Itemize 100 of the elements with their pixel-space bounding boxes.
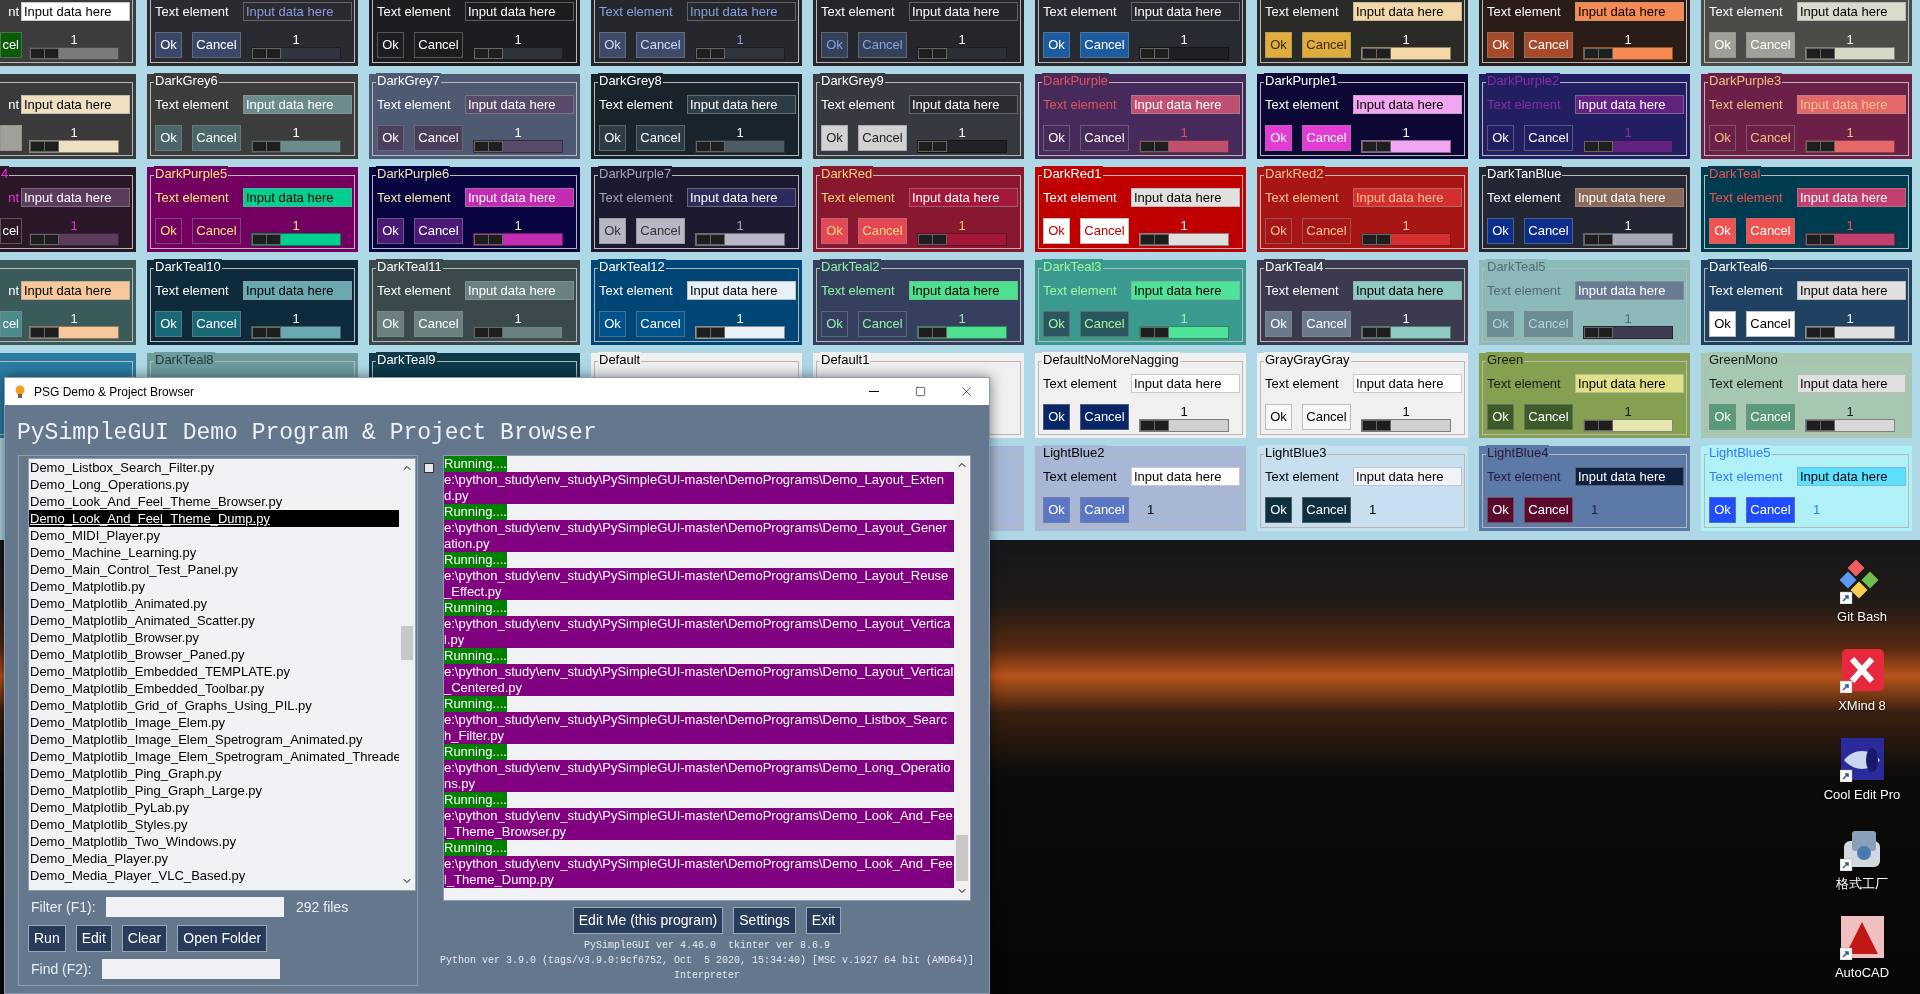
theme-button[interactable]: Cancel	[414, 311, 463, 337]
theme-button[interactable]: Ok	[1709, 311, 1736, 337]
slider-track[interactable]	[1583, 233, 1673, 246]
slider-track[interactable]	[251, 326, 341, 339]
input-field[interactable]: Input data here	[1575, 281, 1684, 300]
filter-field[interactable]	[106, 897, 284, 917]
theme-button[interactable]: Ok	[1265, 311, 1292, 337]
slider-thumb[interactable]	[474, 141, 503, 152]
theme-button[interactable]: Ok	[377, 311, 404, 337]
theme-button[interactable]: Cancel	[1524, 218, 1573, 244]
slider-thumb[interactable]	[1362, 141, 1391, 152]
input-field[interactable]: Input data here	[909, 188, 1018, 207]
theme-button[interactable]: Cancel	[1302, 125, 1351, 151]
slider-thumb[interactable]	[1362, 420, 1391, 431]
slider-track[interactable]	[1805, 47, 1895, 60]
input-field[interactable]: Input data here	[21, 2, 130, 21]
theme-button[interactable]: Ok	[1265, 125, 1292, 151]
slider-track[interactable]	[1361, 419, 1451, 432]
checkbox[interactable]	[424, 463, 434, 473]
theme-button[interactable]: Ok	[155, 311, 182, 337]
theme-button[interactable]: Cancel	[1524, 497, 1573, 523]
file-item[interactable]: Demo_Matplotlib_Styles.py	[29, 816, 399, 833]
file-item[interactable]: Demo_Matplotlib_Embedded_TEMPLATE.py	[29, 663, 399, 680]
input-field[interactable]: Input data here	[1353, 281, 1462, 300]
input-field[interactable]: Input data here	[243, 281, 352, 300]
input-field[interactable]: Input data here	[243, 2, 352, 21]
input-field[interactable]: Input data here	[243, 95, 352, 114]
theme-button[interactable]: Cancel	[192, 32, 241, 58]
slider-track[interactable]	[917, 326, 1007, 339]
theme-button[interactable]: Cancel	[1302, 311, 1351, 337]
file-item[interactable]: Demo_Main_Control_Test_Panel.py	[29, 561, 399, 578]
theme-button[interactable]: Ok	[599, 125, 626, 151]
theme-button[interactable]: Cancel	[636, 311, 685, 337]
slider-track[interactable]	[473, 233, 563, 246]
slider-thumb[interactable]	[474, 234, 503, 245]
slider-thumb[interactable]	[252, 48, 281, 59]
slider-thumb[interactable]	[30, 327, 59, 338]
theme-button[interactable]: Ok	[1487, 497, 1514, 523]
input-field[interactable]: Input data here	[1131, 281, 1240, 300]
slider-thumb[interactable]	[1140, 234, 1169, 245]
slider-track[interactable]	[1805, 233, 1895, 246]
slider-thumb[interactable]	[474, 327, 503, 338]
theme-button[interactable]: Ok	[1487, 32, 1514, 58]
file-item[interactable]: Demo_Matplotlib_Two_Windows.py	[29, 833, 399, 850]
slider-track[interactable]	[917, 140, 1007, 153]
slider-track[interactable]	[251, 47, 341, 60]
browser-button[interactable]: Edit	[75, 925, 112, 952]
cross-tile-icon[interactable]	[1840, 649, 1884, 693]
slider-thumb[interactable]	[1140, 48, 1169, 59]
theme-button[interactable]: Cancel	[858, 32, 907, 58]
slider-track[interactable]	[1583, 140, 1673, 153]
slider-thumb[interactable]	[252, 141, 281, 152]
file-item[interactable]: Demo_Media_Player.py	[29, 850, 399, 867]
input-field[interactable]: Input data here	[1575, 374, 1684, 393]
slider-thumb[interactable]	[1362, 327, 1391, 338]
slider-track[interactable]	[1583, 419, 1673, 432]
input-field[interactable]: Input data here	[1575, 467, 1684, 486]
file-item[interactable]: Demo_Media_Player_VLC_Based.py	[29, 867, 399, 884]
slider-track[interactable]	[1139, 47, 1229, 60]
slider-track[interactable]	[695, 47, 785, 60]
slider-track[interactable]	[1805, 326, 1895, 339]
theme-button[interactable]: Cancel	[636, 218, 685, 244]
file-item[interactable]: Demo_Matplotlib_Embedded_Toolbar.py	[29, 680, 399, 697]
slider-track[interactable]	[1139, 140, 1229, 153]
slider-track[interactable]	[473, 140, 563, 153]
theme-button[interactable]: cel	[0, 311, 22, 337]
desktop-icon-label[interactable]: Git Bash	[1837, 608, 1887, 625]
slider-thumb[interactable]	[1140, 420, 1169, 431]
slider-track[interactable]	[1805, 140, 1895, 153]
slider-track[interactable]	[1361, 47, 1451, 60]
slider-track[interactable]	[251, 140, 341, 153]
desktop-icon-label[interactable]: 格式工厂	[1836, 875, 1888, 892]
theme-button[interactable]: Ok	[1265, 404, 1292, 430]
theme-button[interactable]: Cancel	[192, 218, 241, 244]
theme-button[interactable]: Cancel	[858, 125, 907, 151]
input-field[interactable]: Input data here	[687, 2, 796, 21]
theme-button[interactable]: Cancel	[1746, 497, 1795, 523]
file-item[interactable]: Demo_Matplotlib_Image_Elem_Spetrogram_Animated.py	[29, 731, 399, 748]
slider-track[interactable]	[1805, 419, 1895, 432]
slider-thumb[interactable]	[1362, 48, 1391, 59]
input-field[interactable]: Input data here	[1131, 95, 1240, 114]
input-field[interactable]: Input data here	[1797, 281, 1906, 300]
input-field[interactable]: Input data here	[1575, 95, 1684, 114]
slider-thumb[interactable]	[1362, 234, 1391, 245]
input-field[interactable]: Input data here	[687, 95, 796, 114]
input-field[interactable]: Input data here	[1353, 374, 1462, 393]
theme-button[interactable]: Cancel	[414, 125, 463, 151]
theme-button[interactable]: Ok	[1043, 32, 1070, 58]
slider-thumb[interactable]	[252, 234, 281, 245]
file-item[interactable]: Demo_Look_And_Feel_Theme_Dump.py	[29, 510, 399, 527]
theme-button[interactable]: Cancel	[1302, 32, 1351, 58]
theme-button[interactable]: Cancel	[636, 32, 685, 58]
input-field[interactable]: Input data here	[1797, 467, 1906, 486]
slider-thumb[interactable]	[918, 234, 947, 245]
slider-thumb[interactable]	[918, 327, 947, 338]
desktop-icon-label[interactable]: XMind 8	[1838, 697, 1886, 714]
theme-button[interactable]: Ok	[1709, 497, 1736, 523]
theme-button[interactable]: Ok	[377, 32, 404, 58]
file-item[interactable]: Demo_Matplotlib_Ping_Graph.py	[29, 765, 399, 782]
theme-button[interactable]: Ok	[377, 125, 404, 151]
